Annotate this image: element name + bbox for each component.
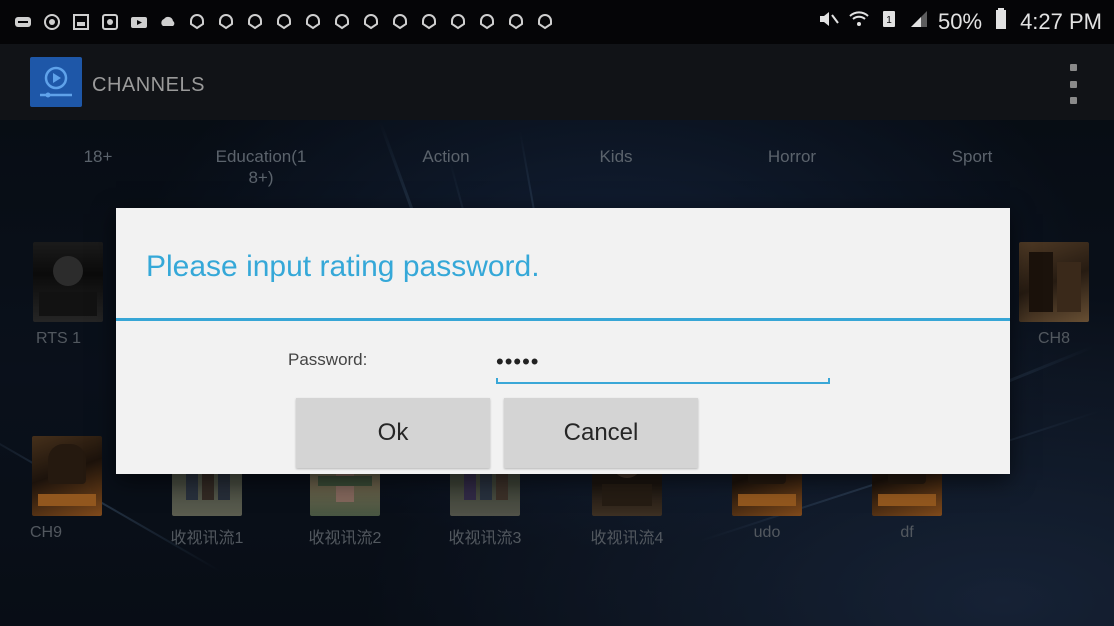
rating-password-dialog: Please input rating password. Password: … [116,208,1010,474]
page-title: CHANNELS [92,74,205,96]
notification-icon [217,13,235,31]
notification-icons [14,13,554,31]
video-icon [130,13,148,31]
notification-icon [362,13,380,31]
signal-icon [908,8,930,36]
battery-icon [990,8,1012,36]
cancel-button[interactable]: Cancel [504,398,698,468]
system-status: 1 50% 4:27 PM [818,8,1102,36]
notification-icon [333,13,351,31]
overflow-menu-icon[interactable] [1066,64,1080,104]
app-icon [101,13,119,31]
message-icon [14,13,32,31]
svg-text:1: 1 [886,15,892,26]
notification-icon [420,13,438,31]
wifi-icon [848,8,870,36]
notification-icon [536,13,554,31]
clock: 4:27 PM [1020,9,1102,34]
status-bar: 1 50% 4:27 PM [0,0,1114,44]
notification-icon [188,13,206,31]
notification-icon [391,13,409,31]
app-logo-icon[interactable] [30,57,82,107]
cloud-icon [159,13,177,31]
ok-button[interactable]: Ok [296,398,490,468]
battery-percent: 50% [938,9,983,34]
dialog-title: Please input rating password. [146,250,540,283]
password-input-underline [496,378,830,384]
gallery-icon [72,13,90,31]
password-label: Password: [288,350,368,369]
notification-icon [507,13,525,31]
app-bar: CHANNELS [0,44,1114,120]
mute-icon [818,8,840,36]
notification-icon [478,13,496,31]
dialog-divider [116,318,1010,321]
notification-icon [275,13,293,31]
password-input[interactable] [496,342,832,382]
notification-icon [246,13,264,31]
notification-icon [449,13,467,31]
sim-icon: 1 [878,8,900,36]
circle-badge-icon [43,13,61,31]
notification-icon [304,13,322,31]
